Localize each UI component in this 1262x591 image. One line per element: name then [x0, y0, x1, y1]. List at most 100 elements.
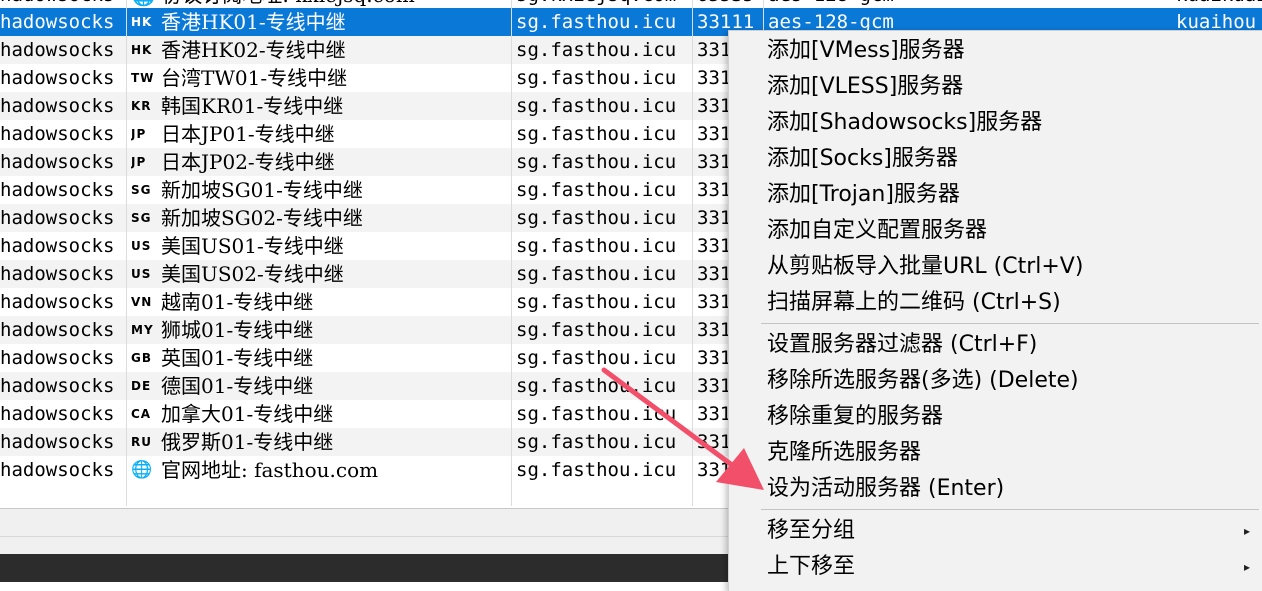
server-type: hadowsocks	[0, 151, 115, 173]
menu-item-label: 添加[Trojan]服务器	[767, 182, 960, 207]
server-name: 新加坡SG01-专线中继	[161, 178, 363, 202]
server-type: hadowsocks	[0, 403, 115, 425]
menu-item-remove-selected[interactable]: 移除所选服务器(多选) (Delete)	[729, 363, 1262, 399]
server-address: sg.fasthou.icu	[516, 235, 677, 257]
server-address: sg.fasthou.icu	[516, 431, 677, 453]
server-address: sg.fasthou.icu	[516, 11, 677, 33]
country-flag-icon: DE	[131, 379, 152, 393]
menu-item-add-shadowsocks[interactable]: 添加[Shadowsocks]服务器	[729, 105, 1262, 141]
server-name: 台湾TW01-专线中继	[161, 66, 348, 90]
menu-item-add-socks[interactable]: 添加[Socks]服务器	[729, 141, 1262, 177]
server-type: hadowsocks	[0, 291, 115, 313]
server-address: sg.fasthou.icu	[516, 375, 677, 397]
submenu-arrow-icon: ▸	[1244, 524, 1251, 538]
server-type: hadowsocks	[0, 375, 115, 397]
globe-icon: 🌐	[131, 460, 154, 480]
server-name: 日本JP01-专线中继	[161, 122, 335, 146]
server-name: 韩国KR01-专线中继	[161, 94, 344, 118]
server-type: hadowsocks	[0, 67, 115, 89]
menu-item-add-vless[interactable]: 添加[VLESS]服务器	[729, 69, 1262, 105]
status-panel	[0, 508, 728, 555]
column-divider	[511, 0, 512, 506]
taskbar	[0, 554, 728, 582]
menu-item-remove-duplicates[interactable]: 移除重复的服务器	[729, 399, 1262, 435]
menu-item-label: 添加[Socks]服务器	[767, 146, 958, 171]
server-address: sg.fasthou.icu	[516, 67, 677, 89]
menu-item-scan-qrcode[interactable]: 扫描屏幕上的二维码 (Ctrl+S)	[729, 285, 1262, 321]
menu-item-clone-selected[interactable]: 克隆所选服务器	[729, 435, 1262, 471]
server-address: sg.fasthou.icu	[516, 179, 677, 201]
menu-item-add-vmess[interactable]: 添加[VMess]服务器	[729, 33, 1262, 69]
country-flag-icon: JP	[131, 127, 147, 141]
country-flag-icon: HK	[131, 15, 153, 29]
menu-item-set-filter[interactable]: 设置服务器过滤器 (Ctrl+F)	[729, 327, 1262, 363]
server-name: 俄罗斯01-专线中继	[161, 430, 334, 454]
menu-item-add-trojan[interactable]: 添加[Trojan]服务器	[729, 177, 1262, 213]
country-flag-icon: RU	[131, 435, 152, 449]
menu-item-label: 从剪贴板导入批量URL (Ctrl+V)	[767, 254, 1084, 279]
server-type: hadowsocks	[0, 95, 115, 117]
server-address: sg.fasthou.icu	[516, 263, 677, 285]
menu-item-label: 移除重复的服务器	[767, 404, 944, 429]
menu-item-label: 上下移至	[767, 554, 856, 579]
server-address: sg.fasthou.icu	[516, 291, 677, 313]
server-type: hadowsocks	[0, 123, 115, 145]
menu-item-label: 添加[VLESS]服务器	[767, 74, 964, 99]
country-flag-icon: TW	[131, 71, 155, 85]
server-type: hadowsocks	[0, 39, 115, 61]
server-name: 美国US01-专线中继	[161, 234, 344, 258]
country-flag-icon: HK	[131, 43, 153, 57]
menu-item-label: 移除所选服务器(多选) (Delete)	[767, 368, 1079, 393]
menu-item-move-up-down[interactable]: 上下移至 ▸	[729, 549, 1262, 585]
country-flag-icon: VN	[131, 295, 153, 309]
server-type: hadowsocks	[0, 207, 115, 229]
menu-separator	[761, 509, 1259, 510]
server-type: hadowsocks	[0, 347, 115, 369]
country-flag-icon: MY	[131, 323, 154, 337]
server-name: 香港HK01-专线中继	[161, 10, 346, 34]
country-flag-icon: CA	[131, 407, 152, 421]
menu-item-label: 添加自定义配置服务器	[767, 218, 988, 243]
server-name: 香港HK02-专线中继	[161, 38, 346, 62]
server-address: sg.fasthou.icu	[516, 319, 677, 341]
server-address: sg.fasthou.icu	[516, 151, 677, 173]
server-address: sg.fasthou.icu	[516, 459, 677, 481]
server-address: sg.fasthou.icu	[516, 95, 677, 117]
server-name: 狮城01-专线中继	[161, 318, 314, 342]
menu-item-label: 移至分组	[767, 518, 856, 543]
menu-item-move-to-group[interactable]: 移至分组 ▸	[729, 513, 1262, 549]
menu-item-set-active[interactable]: 设为活动服务器 (Enter)	[729, 471, 1262, 507]
server-type: hadowsocks	[0, 319, 115, 341]
server-name: 英国01-专线中继	[161, 346, 314, 370]
submenu-arrow-icon: ▸	[1244, 560, 1251, 574]
server-address: sg.fasthou.icu	[516, 403, 677, 425]
server-type: hadowsocks	[0, 431, 115, 453]
server-type: hadowsocks	[0, 263, 115, 285]
country-flag-icon: SG	[131, 183, 152, 197]
country-flag-icon: SG	[131, 211, 152, 225]
country-flag-icon: US	[131, 267, 152, 281]
server-name: 加拿大01-专线中继	[161, 402, 334, 426]
menu-item-label: 设置服务器过滤器 (Ctrl+F)	[767, 332, 1038, 357]
country-flag-icon: GB	[131, 351, 152, 365]
server-address: sg.fasthou.icu	[516, 39, 677, 61]
server-name: 美国US02-专线中继	[161, 262, 344, 286]
server-type: hadowsocks	[0, 11, 115, 33]
server-name: 官网地址: fasthou.com	[161, 458, 379, 482]
context-menu[interactable]: 添加[VMess]服务器 添加[VLESS]服务器 添加[Shadowsocks…	[728, 30, 1262, 591]
column-divider	[126, 0, 127, 506]
server-address: sg.fasthou.icu	[516, 207, 677, 229]
menu-item-label: 设为活动服务器 (Enter)	[767, 476, 1005, 501]
server-address: sg.fasthou.icu	[516, 123, 677, 145]
menu-separator	[761, 323, 1259, 324]
menu-item-label: 扫描屏幕上的二维码 (Ctrl+S)	[767, 290, 1061, 315]
status-divider	[0, 536, 728, 537]
menu-item-label: 添加[VMess]服务器	[767, 38, 965, 63]
server-name: 越南01-专线中继	[161, 290, 314, 314]
menu-item-add-custom[interactable]: 添加自定义配置服务器	[729, 213, 1262, 249]
server-row-partial[interactable]: hadowsocks 🌐 协议订阅地址: kxiejsq.com sg.kxie…	[0, 0, 1262, 8]
menu-item-import-clipboard[interactable]: 从剪贴板导入批量URL (Ctrl+V)	[729, 249, 1262, 285]
server-address: sg.fasthou.icu	[516, 347, 677, 369]
country-flag-icon: JP	[131, 155, 147, 169]
menu-item-label: 添加[Shadowsocks]服务器	[767, 110, 1043, 135]
